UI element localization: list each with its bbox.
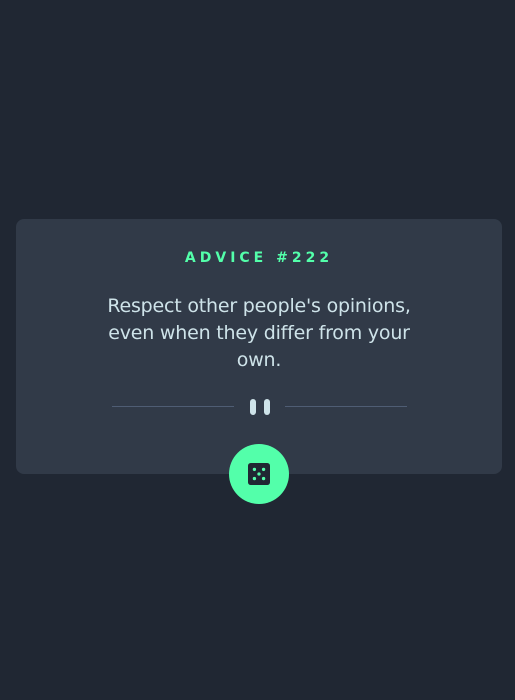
advice-number: ADVICE #222 — [184, 250, 334, 266]
advice-text: Respect other people's opinions, even wh… — [107, 295, 411, 371]
divider-line-right — [285, 406, 407, 407]
pattern-divider — [112, 397, 407, 417]
pause-bar-left — [250, 399, 256, 415]
generate-advice-button[interactable] — [229, 444, 289, 504]
advice-card: ADVICE #222 Respect other people's opini… — [16, 219, 502, 474]
pause-bar-right — [264, 399, 270, 415]
divider-line-left — [112, 406, 234, 407]
dice-icon — [248, 463, 270, 485]
pause-icon — [250, 399, 270, 415]
